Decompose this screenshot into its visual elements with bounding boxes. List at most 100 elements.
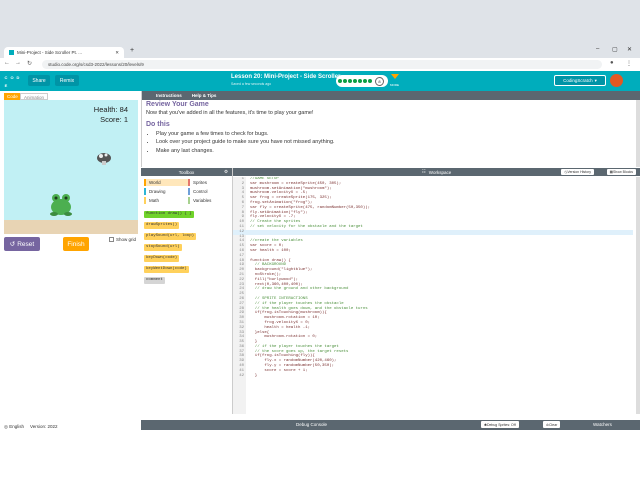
profile-icon[interactable]: ● bbox=[610, 60, 614, 66]
do-this-list: Play your game a few times to check for … bbox=[156, 130, 634, 155]
toolbox-category-drawing[interactable]: Drawing bbox=[144, 188, 188, 195]
remix-button[interactable]: Remix bbox=[55, 75, 79, 86]
tab-title: Mini-Project - Side Scroller Pt. ... bbox=[17, 50, 83, 55]
browser-tab[interactable]: Mini-Project - Side Scroller Pt. ... ✕ bbox=[4, 47, 124, 58]
toolbox-category-math[interactable]: Math bbox=[144, 197, 188, 204]
forward-icon[interactable]: → bbox=[15, 60, 21, 66]
toolbox-category-sprites[interactable]: Sprites bbox=[188, 179, 232, 186]
debug-console-label[interactable]: Debug Console bbox=[296, 422, 327, 427]
tab-favicon-icon bbox=[9, 50, 14, 55]
code-org-logo[interactable]: C O D E bbox=[3, 73, 21, 89]
url-field[interactable]: studio.code.org/s/csd3-2022/lessons/20/l… bbox=[42, 60, 602, 69]
toolbox-block[interactable]: drawSprites() bbox=[144, 222, 180, 229]
mushroom-sprite bbox=[97, 153, 111, 165]
game-canvas[interactable]: Health: 84 Score: 1 bbox=[4, 100, 138, 234]
progress-dot[interactable] bbox=[363, 79, 367, 83]
gear-icon[interactable]: ⚙ bbox=[224, 169, 228, 175]
show-grid-toggle[interactable]: Show grid bbox=[109, 237, 136, 242]
tab-strip: Mini-Project - Side Scroller Pt. ... ✕ + bbox=[0, 44, 640, 58]
reset-button[interactable]: ↺ Reset bbox=[4, 237, 40, 251]
toolbox-block[interactable]: keyWentDown(code) bbox=[144, 266, 189, 273]
more-arrow-icon[interactable] bbox=[391, 74, 399, 79]
progress-dot[interactable] bbox=[338, 79, 342, 83]
user-menu[interactable]: CodingScratch ▾ bbox=[554, 75, 606, 86]
lesson-title: Lesson 20: Mini-Project - Side Scroller bbox=[231, 74, 341, 80]
progress-dot[interactable] bbox=[353, 79, 357, 83]
workspace-panel: ☷ Workspace ◷ Version History ▦ Show Blo… bbox=[233, 168, 640, 414]
reset-label: Reset bbox=[17, 240, 35, 248]
code-text: // set velocity for the obstacle and the… bbox=[250, 224, 363, 229]
toolbox-panel: Toolbox ⚙ World Sprites Drawing Control Math… bbox=[141, 168, 233, 414]
instructions-scrollbar[interactable] bbox=[636, 100, 640, 167]
instructions-header: Instructions Help & Tips bbox=[142, 91, 640, 100]
show-blocks-button[interactable]: ▦ Show Blocks bbox=[606, 169, 636, 175]
code-text: } bbox=[250, 373, 258, 378]
ground bbox=[4, 220, 138, 234]
toolbox-header: Toolbox ⚙ bbox=[141, 168, 232, 176]
tab-help-tips[interactable]: Help & Tips bbox=[192, 93, 217, 98]
instructions-panel: Instructions Help & Tips Review Your Gam… bbox=[141, 91, 640, 167]
browser-chrome: – ▢ ✕ Mini-Project - Side Scroller Pt. .… bbox=[0, 0, 640, 71]
workspace-icon: ☷ bbox=[421, 169, 426, 174]
do-this-heading: Do this bbox=[146, 121, 170, 129]
toolbox-block[interactable]: stopSound(url) bbox=[144, 244, 182, 251]
workspace-header: ☷ Workspace ◷ Version History ▦ Show Blo… bbox=[233, 168, 640, 176]
version-history-button[interactable]: ◷ Version History bbox=[561, 169, 594, 175]
list-item: Look over your project guide to make sur… bbox=[156, 138, 634, 146]
toolbox-block[interactable]: playSound(url, loop) bbox=[144, 233, 197, 240]
progress-dot[interactable] bbox=[358, 79, 362, 83]
show-grid-checkbox[interactable] bbox=[109, 237, 114, 242]
code-editor[interactable]: 1//GAME SETUP 2 var mushroom = createSprit… bbox=[233, 177, 633, 414]
toolbox-category-variables[interactable]: Variables bbox=[188, 197, 232, 204]
debug-sprites-button[interactable]: ✱ Debug Sprites: Off bbox=[481, 421, 519, 428]
list-item: Play your game a few times to check for … bbox=[156, 130, 634, 138]
progress-bubbles[interactable]: 8 bbox=[336, 75, 388, 87]
score-readout: Score: 1 bbox=[100, 115, 128, 124]
instructions-paragraph: Now that you've added in all the feature… bbox=[146, 110, 314, 116]
show-grid-label: Show grid bbox=[116, 237, 137, 242]
user-name: CodingScratch bbox=[563, 78, 593, 83]
line-number: 42 bbox=[239, 373, 244, 378]
toolbox-title: Toolbox bbox=[178, 169, 195, 175]
toolbox-block[interactable]: function draw() { } bbox=[144, 211, 194, 218]
new-tab-button[interactable]: + bbox=[130, 47, 134, 54]
reload-icon[interactable]: ↻ bbox=[27, 60, 32, 67]
clear-button[interactable]: ⊘ Clear bbox=[543, 421, 561, 428]
code-line[interactable]: 42 } bbox=[233, 374, 633, 379]
toolbox-block[interactable]: comment bbox=[144, 277, 165, 284]
share-button[interactable]: Share bbox=[28, 75, 50, 86]
code-text: // draw the ground and other background bbox=[250, 287, 349, 292]
watchers-label[interactable]: Watchers bbox=[593, 422, 612, 427]
workspace-title: Workspace bbox=[428, 169, 452, 175]
debug-bar: Debug Console ✱ Debug Sprites: Off ⊘ Cle… bbox=[141, 420, 640, 430]
chevron-down-icon: ▾ bbox=[594, 77, 597, 83]
health-readout: Health: 84 bbox=[93, 105, 128, 114]
animation-mode-tab[interactable]: Animation bbox=[20, 93, 49, 100]
code-text: var health = 100; bbox=[250, 248, 291, 253]
reset-icon: ↺ bbox=[9, 241, 16, 248]
empty-area bbox=[0, 430, 640, 480]
saved-status: Saved a few seconds ago bbox=[231, 82, 272, 86]
toolbox-block[interactable]: keyDown(code) bbox=[144, 255, 180, 262]
toolbox-categories: World Sprites Drawing Control Math Variables bbox=[144, 179, 232, 204]
menu-kebab-icon[interactable]: ⋮ bbox=[626, 60, 632, 67]
editor-scrollbar[interactable] bbox=[636, 177, 640, 414]
avatar[interactable] bbox=[610, 74, 623, 87]
back-icon[interactable]: ← bbox=[4, 60, 10, 66]
globe-icon: ◎ bbox=[4, 424, 8, 429]
app-header: C O D E Share Remix Lesson 20: Mini-Proj… bbox=[0, 71, 640, 91]
current-level-bubble[interactable]: 8 bbox=[375, 76, 384, 86]
toolbox-category-control[interactable]: Control bbox=[188, 188, 232, 195]
frog-sprite bbox=[50, 194, 72, 216]
tab-instructions[interactable]: Instructions bbox=[156, 93, 182, 98]
tab-close-icon[interactable]: ✕ bbox=[115, 50, 119, 56]
address-bar-row: ← → ↻ studio.code.org/s/csd3-2022/lesson… bbox=[0, 58, 640, 71]
code-mode-tab[interactable]: Code bbox=[4, 93, 21, 100]
toolbox-category-world[interactable]: World bbox=[144, 179, 188, 186]
more-label[interactable]: MORE bbox=[390, 83, 399, 87]
progress-dot[interactable] bbox=[368, 79, 372, 83]
progress-dot[interactable] bbox=[343, 79, 347, 83]
instructions-heading: Review Your Game bbox=[146, 101, 209, 108]
progress-dot[interactable] bbox=[348, 79, 352, 83]
finish-button[interactable]: Finish bbox=[63, 237, 89, 251]
